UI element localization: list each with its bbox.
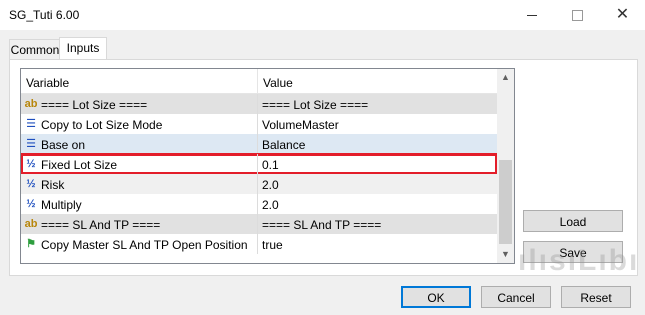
table-row[interactable]: ½ Risk 2.0 <box>21 174 497 194</box>
scroll-up-arrow-icon[interactable]: ▲ <box>497 69 514 86</box>
column-header-variable[interactable]: Variable <box>26 76 69 90</box>
variable-name: Risk <box>41 178 65 192</box>
fraction-double-icon: ½ <box>26 178 36 190</box>
variable-name: Fixed Lot Size <box>41 158 118 172</box>
cancel-button-label: Cancel <box>497 291 535 305</box>
minimize-button[interactable] <box>510 0 555 30</box>
variable-name: Base on <box>41 138 86 152</box>
scroll-down-arrow-icon[interactable]: ▼ <box>497 246 514 263</box>
table-row[interactable]: ☰ Base on Balance <box>21 134 497 154</box>
close-icon: ✕ <box>615 6 630 23</box>
table-row[interactable]: ⚑ Copy Master SL And TP Open Position tru… <box>21 234 497 254</box>
variable-value[interactable]: VolumeMaster <box>262 118 339 132</box>
close-button[interactable]: ✕ <box>600 0 645 30</box>
minimize-icon <box>527 15 537 16</box>
variable-name: Copy to Lot Size Mode <box>41 118 163 132</box>
variable-value[interactable]: ==== SL And TP ==== <box>262 218 381 232</box>
ab-string-icon: ab <box>24 98 38 110</box>
column-header-value[interactable]: Value <box>263 76 293 90</box>
title-bar: SG_Tuti 6.00 ✕ <box>0 0 645 30</box>
variable-value[interactable]: 2.0 <box>262 198 279 212</box>
ok-button-label: OK <box>427 291 445 305</box>
variable-name: Multiply <box>41 198 82 212</box>
table-row-highlighted[interactable]: ½ Fixed Lot Size 0.1 <box>21 153 498 175</box>
load-button-label: Load <box>559 215 587 229</box>
maximize-icon <box>572 10 583 21</box>
table-row[interactable]: ab ==== SL And TP ==== ==== SL And TP ===… <box>21 214 497 234</box>
inputs-grid: Variable Value ab ==== Lot Size ==== ====… <box>20 68 515 264</box>
enum-list-icon: ☰ <box>26 138 36 150</box>
variable-value[interactable]: 0.1 <box>262 158 279 172</box>
variable-value[interactable]: 2.0 <box>262 178 279 192</box>
grid-header: Variable Value <box>21 69 497 94</box>
bool-flag-icon: ⚑ <box>26 238 36 250</box>
variable-name: Copy Master SL And TP Open Position <box>41 238 248 252</box>
window-title: SG_Tuti 6.00 <box>9 8 80 22</box>
ab-string-icon: ab <box>24 218 38 230</box>
variable-value[interactable]: Balance <box>262 138 305 152</box>
variable-name: ==== SL And TP ==== <box>41 218 161 232</box>
table-row[interactable]: ½ Multiply 2.0 <box>21 194 497 214</box>
variable-value[interactable]: ==== Lot Size ==== <box>262 98 368 112</box>
fraction-double-icon: ½ <box>26 158 36 170</box>
maximize-button[interactable] <box>555 0 600 30</box>
tab-inputs[interactable]: Inputs <box>59 37 107 60</box>
enum-list-icon: ☰ <box>26 118 36 130</box>
watermark-logo: ılısıLıbı <box>518 244 640 277</box>
column-divider[interactable] <box>257 69 258 93</box>
variable-value[interactable]: true <box>262 238 283 252</box>
table-row[interactable]: ab ==== Lot Size ==== ==== Lot Size ==== <box>21 94 497 114</box>
cancel-button[interactable]: Cancel <box>481 286 551 308</box>
load-button[interactable]: Load <box>523 210 623 232</box>
vertical-scrollbar[interactable]: ▲ ▼ <box>497 69 514 263</box>
tab-common[interactable]: Common <box>9 39 61 60</box>
table-row[interactable]: ☰ Copy to Lot Size Mode VolumeMaster <box>21 114 497 134</box>
ok-button[interactable]: OK <box>401 286 471 308</box>
scrollbar-thumb[interactable] <box>499 160 512 244</box>
variable-name: ==== Lot Size ==== <box>41 98 148 112</box>
reset-button-label: Reset <box>580 291 612 305</box>
fraction-double-icon: ½ <box>26 198 36 210</box>
reset-button[interactable]: Reset <box>561 286 631 308</box>
